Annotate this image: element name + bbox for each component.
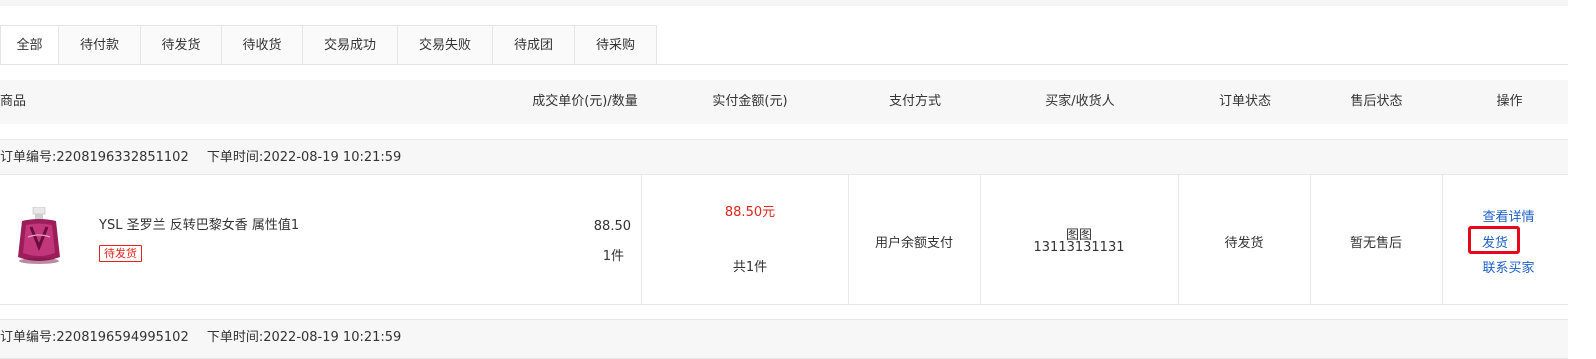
tab-pending-purchase[interactable]: 待采购 [575, 26, 657, 65]
tab-pending-group[interactable]: 待成团 [493, 26, 575, 65]
header-product: 商品 [0, 94, 27, 109]
highlight-box [1468, 226, 1520, 254]
tab-pending-shipment[interactable]: 待发货 [141, 26, 222, 65]
header-payment-method: 支付方式 [888, 94, 941, 109]
tab-failed[interactable]: 交易失败 [398, 26, 493, 65]
aftersale-status: 暂无售后 [1349, 236, 1402, 251]
header-unit-price-qty: 成交单价(元)/数量 [532, 94, 638, 109]
top-strip [0, 0, 1568, 6]
tabs-divider [0, 64, 1568, 65]
tab-all[interactable]: 全部 [0, 26, 59, 65]
table-header: 商品 成交单价(元)/数量 实付金额(元) 支付方式 买家/收货人 订单状态 售… [0, 80, 1568, 124]
column-divider [1442, 175, 1443, 304]
payment-method: 用户余额支付 [874, 236, 953, 251]
quantity: 1件 [602, 249, 624, 264]
tab-pending-payment[interactable]: 待付款 [59, 26, 141, 65]
status-badge: 待发货 [99, 245, 142, 262]
order-status: 待发货 [1224, 236, 1264, 251]
header-order-status: 订单状态 [1218, 94, 1271, 109]
order-header: 订单编号:2208196594995102 下单时间:2022-08-19 10… [0, 319, 1568, 359]
header-paid-amount: 实付金额(元) [712, 94, 788, 109]
order-number: 订单编号:2208196332851102 [0, 150, 189, 165]
contact-buyer-link[interactable]: 联系买家 [1442, 257, 1575, 276]
header-aftersale-status: 售后状态 [1350, 94, 1403, 109]
total-items: 共1件 [732, 260, 768, 275]
tab-completed[interactable]: 交易成功 [303, 26, 398, 65]
order-number: 订单编号:2208196594995102 [0, 330, 189, 345]
view-details-link[interactable]: 查看详情 [1442, 206, 1575, 225]
order-tabs: 全部 待付款 待发货 待收货 交易成功 交易失败 待成团 待采购 [0, 25, 657, 66]
product-image[interactable] [14, 207, 64, 269]
paid-amount: 88.50元 [724, 205, 776, 220]
unit-price: 88.50 [593, 219, 631, 234]
buyer-phone: 13113131131 [1033, 240, 1125, 255]
order-time: 下单时间:2022-08-19 10:21:59 [206, 150, 402, 165]
tab-pending-receipt[interactable]: 待收货 [222, 26, 303, 65]
column-divider [641, 175, 642, 304]
order-header: 订单编号:2208196332851102 下单时间:2022-08-19 10… [0, 139, 1568, 175]
header-actions: 操作 [1496, 94, 1523, 109]
product-name[interactable]: YSL 圣罗兰 反转巴黎女香 属性值1 [99, 214, 299, 233]
header-buyer: 买家/收货人 [1045, 94, 1115, 109]
order-row: YSL 圣罗兰 反转巴黎女香 属性值1 待发货 88.50 1件 88.50元 … [0, 175, 1568, 305]
order-time: 下单时间:2022-08-19 10:21:59 [206, 330, 402, 345]
